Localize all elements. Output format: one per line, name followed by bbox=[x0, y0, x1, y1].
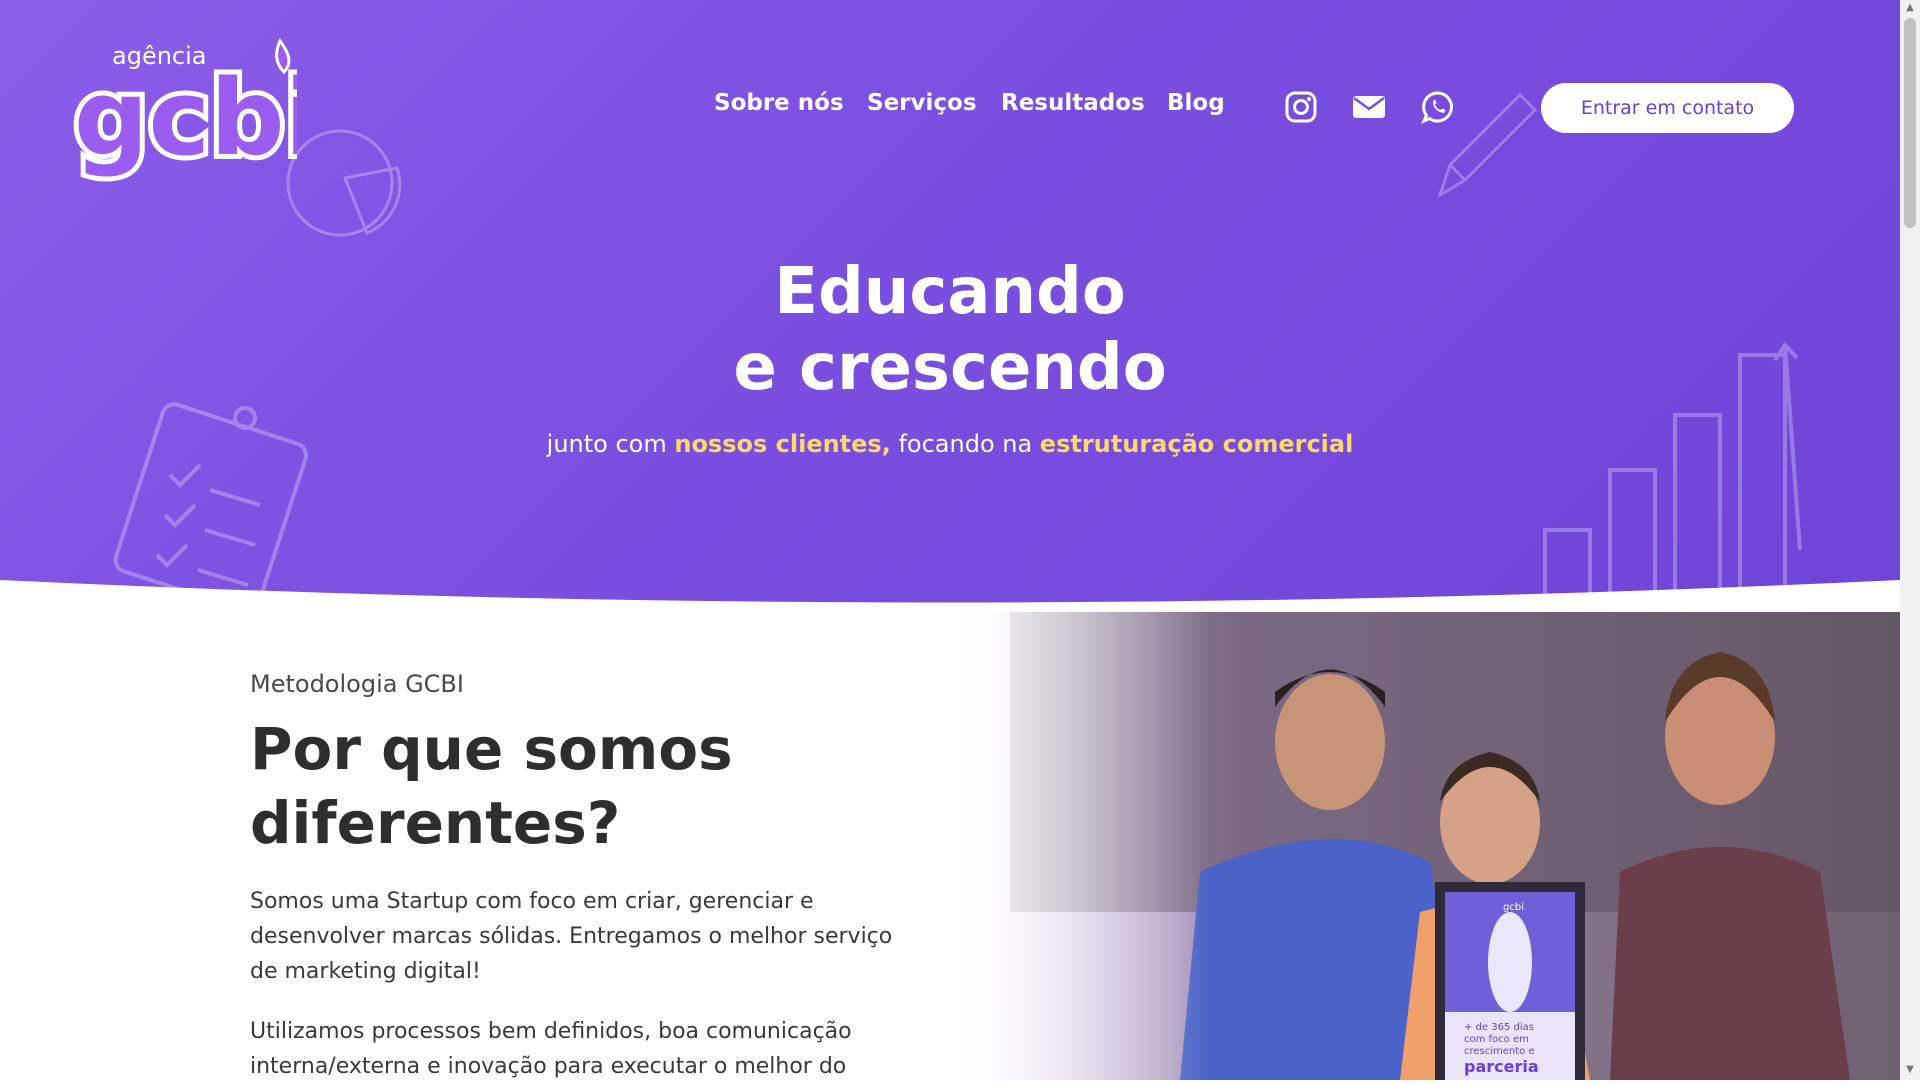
section-paragraph-1: Somos uma Startup com foco em criar, ger… bbox=[250, 889, 893, 984]
svg-text:gcbi: gcbi bbox=[1503, 902, 1524, 913]
hero-section: agência gcbi gcbi Sobre nós Serviços Res… bbox=[0, 0, 1900, 620]
scroll-up-arrow-icon[interactable]: ▲ bbox=[1904, 2, 1916, 14]
hero-sub-text: focando na bbox=[890, 430, 1040, 458]
pie-chart-doodle bbox=[286, 129, 402, 237]
team-photo: gcbi + de 365 dias com foco em crescimen… bbox=[950, 612, 1900, 1080]
hero-title-line1: Educando bbox=[774, 255, 1126, 329]
section-paragraph-2: Utilizamos processos bem definidos, boa … bbox=[250, 1019, 852, 1079]
instagram-icon[interactable] bbox=[1284, 90, 1318, 124]
photo-fade-overlay bbox=[950, 612, 1210, 1080]
email-icon[interactable] bbox=[1352, 90, 1386, 124]
scroll-down-arrow-icon[interactable]: ▼ bbox=[1904, 1064, 1916, 1076]
nav-servicos[interactable]: Serviços bbox=[867, 90, 977, 116]
hero-sub-highlight: nossos clientes, bbox=[674, 430, 891, 458]
whatsapp-icon[interactable] bbox=[1421, 90, 1455, 124]
svg-text:com foco em: com foco em bbox=[1464, 1034, 1529, 1045]
hero-sub-highlight: estruturação comercial bbox=[1039, 430, 1354, 458]
contact-button[interactable]: Entrar em contato bbox=[1541, 83, 1794, 133]
hero-title-line2: e crescendo bbox=[733, 331, 1167, 405]
nav-resultados[interactable]: Resultados bbox=[1001, 90, 1145, 116]
hero-subtitle: junto com nossos clientes, focando na es… bbox=[0, 430, 1900, 458]
svg-text:gcbi: gcbi bbox=[74, 57, 297, 179]
svg-text:crescimento e: crescimento e bbox=[1464, 1046, 1535, 1057]
svg-text:+ de 365 dias: + de 365 dias bbox=[1464, 1022, 1534, 1033]
hero-sub-text: junto com bbox=[546, 430, 675, 458]
section-kicker: Metodologia GCBI bbox=[250, 670, 464, 698]
nav-sobre-nos[interactable]: Sobre nós bbox=[714, 90, 844, 116]
svg-text:parceria: parceria bbox=[1464, 1057, 1539, 1076]
gcbi-logo[interactable]: agência gcbi gcbi bbox=[72, 36, 297, 182]
scrollbar-thumb[interactable] bbox=[1904, 18, 1916, 228]
nav-blog[interactable]: Blog bbox=[1167, 90, 1225, 116]
page-scrollbar[interactable]: ▲ ▼ bbox=[1900, 0, 1920, 1080]
section-heading: Por que somos diferentes? bbox=[250, 715, 733, 857]
